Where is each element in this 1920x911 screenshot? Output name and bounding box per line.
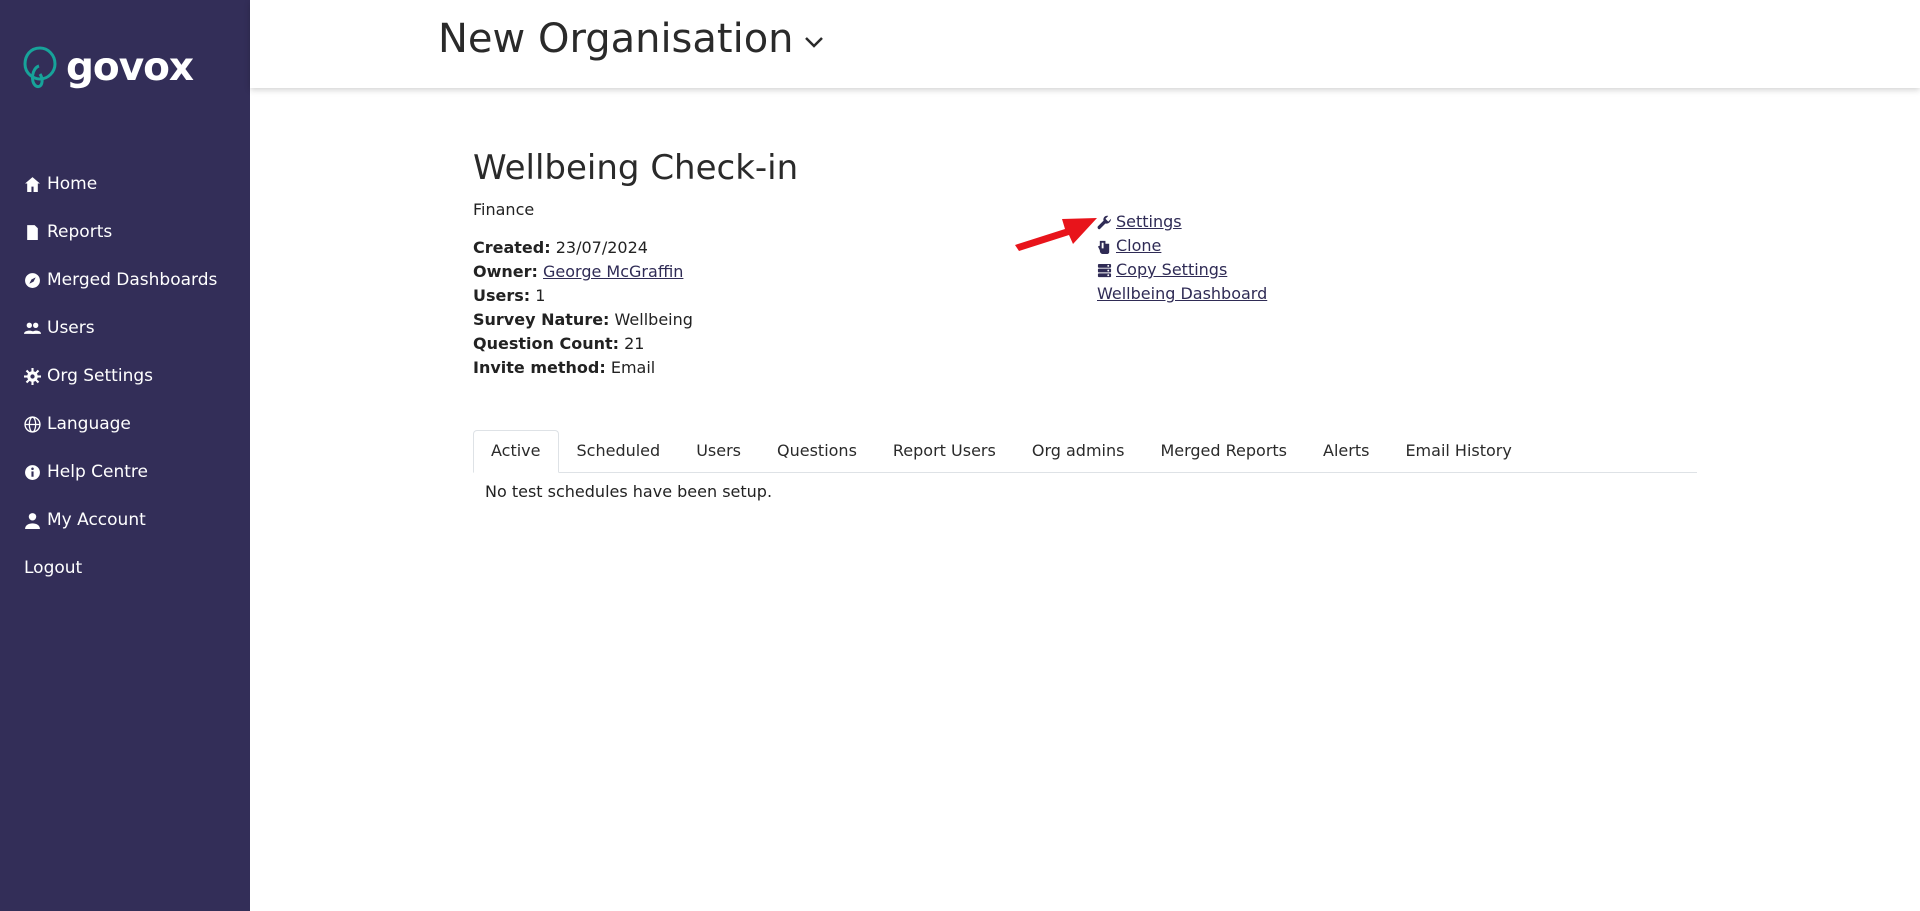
tab-report-users[interactable]: Report Users (875, 430, 1014, 472)
sidebar-item-label: Language (47, 414, 131, 434)
red-arrow-annotation (1015, 218, 1097, 251)
meta-survey-nature: Survey Nature: Wellbeing (473, 308, 1697, 332)
gear-icon (24, 367, 41, 385)
sidebar-item-merged-dashboards[interactable]: Merged Dashboards (24, 256, 217, 304)
sidebar-item-label: Users (47, 318, 95, 338)
sidebar-item-label: Org Settings (47, 366, 153, 386)
sidebar-item-label: Merged Dashboards (47, 270, 218, 290)
govox-logo-icon (23, 46, 57, 89)
organisation-selector[interactable]: New Organisation (438, 12, 824, 66)
server-icon (1097, 263, 1112, 277)
file-icon (27, 224, 38, 240)
survey-meta: Created: 23/07/2024 Owner: George McGraf… (473, 236, 1697, 380)
meta-label: Survey Nature: (473, 310, 610, 329)
tab-org-admins[interactable]: Org admins (1014, 430, 1143, 472)
users-icon (24, 322, 41, 334)
logo[interactable]: govox (22, 44, 194, 92)
meta-label: Users: (473, 286, 531, 305)
user-icon (25, 512, 40, 529)
meta-value: Wellbeing (614, 310, 693, 329)
sidebar: govox Home Reports Merged Dashboards Use… (0, 0, 250, 911)
action-settings: Settings (1097, 210, 1267, 234)
empty-schedules-message: No test schedules have been setup. (485, 482, 773, 501)
sidebar-item-label: Reports (47, 222, 113, 242)
meta-invite-method: Invite method: Email (473, 356, 1697, 380)
sidebar-item-logout[interactable]: Logout (24, 544, 217, 592)
sidebar-item-home[interactable]: Home (24, 160, 217, 208)
clone-hand-icon (1097, 240, 1110, 254)
home-icon (25, 176, 40, 192)
sidebar-item-my-account[interactable]: My Account (24, 496, 217, 544)
sidebar-item-label: My Account (47, 510, 146, 530)
action-dashboard: Wellbeing Dashboard (1097, 282, 1267, 306)
sidebar-item-help-centre[interactable]: Help Centre (24, 448, 217, 496)
sidebar-item-label: Logout (24, 558, 83, 578)
compass-icon (25, 272, 40, 288)
meta-value: 1 (535, 286, 546, 305)
meta-value: 23/07/2024 (555, 238, 648, 257)
chevron-down-icon (804, 37, 823, 48)
tab-active[interactable]: Active (473, 430, 559, 473)
meta-value: 21 (624, 334, 645, 353)
tab-questions[interactable]: Questions (759, 430, 875, 472)
top-bar: New Organisation (250, 0, 1920, 88)
organisation-name: New Organisation (438, 16, 794, 62)
sidebar-item-reports[interactable]: Reports (24, 208, 217, 256)
sidebar-nav: Home Reports Merged Dashboards Users Org… (24, 160, 217, 592)
tab-users[interactable]: Users (678, 430, 759, 472)
logo-text: govox (66, 45, 194, 90)
sidebar-item-label: Help Centre (47, 462, 149, 482)
meta-value: Email (610, 358, 656, 377)
wellbeing-dashboard-link[interactable]: Wellbeing Dashboard (1097, 282, 1267, 306)
action-clone: Clone (1097, 234, 1267, 258)
survey-actions: Settings Clone Copy Settings Wellbeing D… (1097, 210, 1267, 306)
main-content: Wellbeing Check-in Finance Created: 23/0… (473, 144, 1697, 501)
clone-link[interactable]: Clone (1116, 234, 1161, 258)
meta-owner: Owner: George McGraffin (473, 260, 1697, 284)
copy-settings-link[interactable]: Copy Settings (1116, 258, 1227, 282)
meta-question-count: Question Count: 21 (473, 332, 1697, 356)
settings-link[interactable]: Settings (1116, 210, 1182, 234)
survey-tabs: Active Scheduled Users Questions Report … (473, 430, 1697, 473)
survey-title: Wellbeing Check-in (473, 148, 799, 188)
sidebar-item-label: Home (47, 174, 98, 194)
meta-label: Question Count: (473, 334, 620, 353)
tab-email-history[interactable]: Email History (1387, 430, 1529, 472)
wrench-icon (1097, 215, 1112, 229)
meta-label: Created: (473, 238, 551, 257)
sidebar-item-users[interactable]: Users (24, 304, 217, 352)
sidebar-item-org-settings[interactable]: Org Settings (24, 352, 217, 400)
action-copy-settings: Copy Settings (1097, 258, 1267, 282)
tab-scheduled[interactable]: Scheduled (559, 430, 679, 472)
meta-users: Users: 1 (473, 284, 1697, 308)
sidebar-item-language[interactable]: Language (24, 400, 217, 448)
tab-merged-reports[interactable]: Merged Reports (1142, 430, 1305, 472)
globe-icon (24, 415, 41, 433)
tab-alerts[interactable]: Alerts (1305, 430, 1387, 472)
owner-link[interactable]: George McGraffin (543, 262, 683, 281)
info-icon (25, 464, 40, 480)
meta-label: Invite method: (473, 358, 606, 377)
meta-label: Owner: (473, 262, 538, 281)
